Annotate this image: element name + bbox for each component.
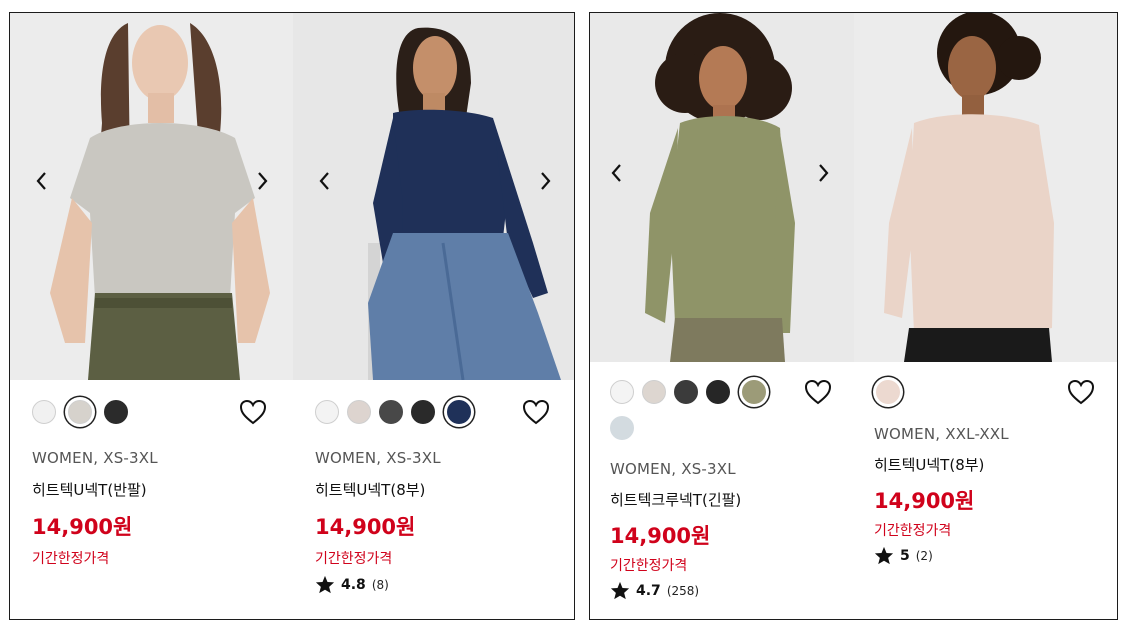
color-swatch[interactable] bbox=[104, 400, 128, 424]
chevron-left-icon bbox=[611, 164, 621, 182]
limited-price-tag: 기간한정가격 bbox=[610, 558, 688, 574]
product-name[interactable]: 히트텍크루넥T(긴팔) bbox=[610, 489, 741, 510]
prev-image-button[interactable] bbox=[313, 166, 335, 196]
product-size: WOMEN, XS-3XL bbox=[315, 449, 441, 467]
color-swatch[interactable] bbox=[642, 380, 666, 404]
color-swatch[interactable] bbox=[610, 380, 634, 404]
product-price: 14,900원 bbox=[315, 515, 416, 539]
product-rating[interactable]: 4.7 (258) bbox=[610, 581, 699, 600]
prev-image-button[interactable] bbox=[605, 158, 627, 188]
chevron-right-icon bbox=[819, 164, 829, 182]
review-count: (258) bbox=[666, 583, 700, 598]
chevron-left-icon bbox=[36, 172, 46, 190]
heart-icon bbox=[1067, 379, 1095, 405]
heart-icon bbox=[804, 379, 832, 405]
product-rating[interactable]: 4.8 (8) bbox=[315, 575, 389, 594]
color-swatch[interactable] bbox=[347, 400, 371, 424]
product-size: WOMEN, XS-3XL bbox=[32, 449, 158, 467]
next-image-button[interactable] bbox=[813, 158, 835, 188]
next-image-button[interactable] bbox=[535, 166, 557, 196]
product-card-2[interactable]: WOMEN, XS-3XL 히트텍U넥T(8부) 14,900원 기간한정가격 … bbox=[293, 13, 574, 619]
chevron-right-icon bbox=[258, 172, 268, 190]
product-size: WOMEN, XS-3XL bbox=[610, 460, 736, 478]
color-swatch[interactable] bbox=[411, 400, 435, 424]
wishlist-button[interactable] bbox=[521, 397, 551, 427]
color-swatches bbox=[32, 400, 128, 424]
rating-value: 4.7 bbox=[636, 582, 661, 599]
wishlist-button[interactable] bbox=[803, 377, 833, 407]
color-swatch-selected[interactable] bbox=[68, 400, 92, 424]
color-swatch[interactable] bbox=[379, 400, 403, 424]
heart-icon bbox=[522, 399, 550, 425]
color-swatch[interactable] bbox=[610, 416, 634, 440]
wishlist-button[interactable] bbox=[238, 397, 268, 427]
wishlist-button[interactable] bbox=[1066, 377, 1096, 407]
color-swatch-selected[interactable] bbox=[876, 380, 900, 404]
star-icon bbox=[315, 575, 335, 594]
color-swatches bbox=[315, 400, 475, 424]
product-card-3[interactable]: WOMEN, XS-3XL 히트텍크루넥T(긴팔) 14,900원 기간한정가격… bbox=[590, 13, 854, 619]
color-swatch[interactable] bbox=[706, 380, 730, 404]
color-swatch-selected[interactable] bbox=[742, 380, 766, 404]
star-icon bbox=[874, 546, 894, 565]
product-price: 14,900원 bbox=[32, 515, 133, 539]
color-swatch[interactable] bbox=[32, 400, 56, 424]
review-count: (2) bbox=[915, 548, 933, 563]
star-icon bbox=[610, 581, 630, 600]
color-swatches bbox=[872, 380, 904, 404]
product-price: 14,900원 bbox=[874, 489, 975, 513]
product-card-1[interactable]: WOMEN, XS-3XL 히트텍U넥T(반팔) 14,900원 기간한정가격 bbox=[10, 13, 293, 619]
product-panel-right: WOMEN, XS-3XL 히트텍크루넥T(긴팔) 14,900원 기간한정가격… bbox=[589, 12, 1118, 620]
color-swatches bbox=[610, 380, 800, 440]
product-name[interactable]: 히트텍U넥T(8부) bbox=[315, 479, 425, 500]
product-name[interactable]: 히트텍U넥T(반팔) bbox=[32, 479, 147, 500]
limited-price-tag: 기간한정가격 bbox=[874, 523, 952, 539]
heart-icon bbox=[239, 399, 267, 425]
rating-value: 4.8 bbox=[341, 576, 366, 593]
review-count: (8) bbox=[371, 577, 389, 592]
product-image[interactable] bbox=[293, 13, 574, 380]
color-swatch[interactable] bbox=[674, 380, 698, 404]
product-panel-left: WOMEN, XS-3XL 히트텍U넥T(반팔) 14,900원 기간한정가격 bbox=[9, 12, 575, 620]
limited-price-tag: 기간한정가격 bbox=[32, 551, 110, 567]
limited-price-tag: 기간한정가격 bbox=[315, 551, 393, 567]
chevron-left-icon bbox=[319, 172, 329, 190]
color-swatch[interactable] bbox=[315, 400, 339, 424]
product-card-4[interactable]: WOMEN, XXL-XXL 히트텍U넥T(8부) 14,900원 기간한정가격… bbox=[854, 13, 1117, 619]
chevron-right-icon bbox=[541, 172, 551, 190]
prev-image-button[interactable] bbox=[30, 166, 52, 196]
next-image-button[interactable] bbox=[252, 166, 274, 196]
product-image[interactable] bbox=[10, 13, 293, 380]
color-swatch-selected[interactable] bbox=[447, 400, 471, 424]
product-size: WOMEN, XXL-XXL bbox=[874, 425, 1009, 443]
product-image[interactable] bbox=[854, 13, 1117, 362]
product-name[interactable]: 히트텍U넥T(8부) bbox=[874, 454, 984, 475]
product-price: 14,900원 bbox=[610, 524, 711, 548]
product-rating[interactable]: 5 (2) bbox=[874, 546, 933, 565]
rating-value: 5 bbox=[900, 547, 910, 564]
